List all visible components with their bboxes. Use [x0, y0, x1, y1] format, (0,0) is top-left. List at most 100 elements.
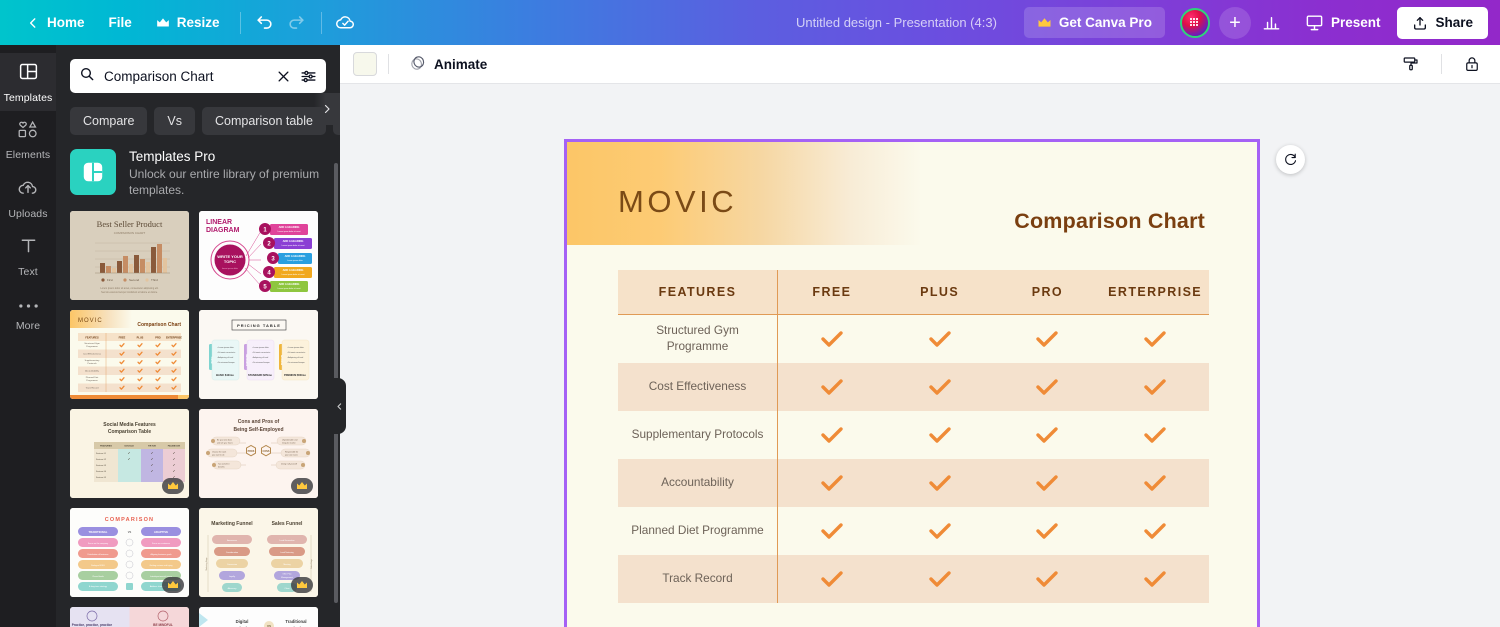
svg-text:PLUS: PLUS [137, 337, 144, 340]
svg-text:Choose the work: Choose the work [212, 451, 226, 454]
svg-text:Second: Second [129, 278, 140, 282]
sidebar-item-text[interactable]: Text [0, 227, 56, 285]
sidebar-item-templates[interactable]: Templates [0, 53, 56, 111]
search-input[interactable] [104, 68, 267, 84]
svg-text:ADD A HEADING: ADD A HEADING [283, 239, 304, 243]
cloud-saved-button[interactable] [330, 7, 362, 39]
search-box[interactable] [70, 59, 326, 93]
undo-button[interactable] [249, 7, 281, 39]
comparison-table[interactable]: FEATURES FREE PLUS PRO ERTERPRISE Struct… [618, 270, 1209, 603]
chip-compare[interactable]: Compare [70, 107, 148, 135]
templates-pro-card[interactable]: Templates Pro Unlock our entire library … [70, 149, 326, 198]
svg-text:ADAPTIVE: ADAPTIVE [154, 531, 168, 535]
svg-text:First: First [107, 278, 113, 282]
template-thumbnail[interactable]: COMPARISON TRADITIONAL VS ADAPTIVE Focus… [70, 508, 189, 598]
template-thumbnail[interactable]: PRICING TABLE • Lorem ipsum dolor • Sit a… [199, 310, 318, 400]
get-canva-pro-button[interactable]: Get Canva Pro [1023, 7, 1165, 38]
template-thumbnail[interactable]: Marketing Funnel Sales Funnel Awareness … [199, 508, 318, 598]
svg-text:Feature 03: Feature 03 [96, 464, 107, 467]
sidebar-item-elements[interactable]: Elements [0, 111, 56, 169]
chip-vs[interactable]: Vs [154, 107, 196, 135]
canvas-toolbar-divider-2 [1441, 54, 1442, 74]
svg-text:Sales Funnel: Sales Funnel [272, 521, 303, 527]
brand-title[interactable]: MOVIC [618, 184, 737, 220]
svg-text:• Lorem ipsum dolor: • Lorem ipsum dolor [252, 346, 269, 349]
table-check-cell [1101, 459, 1209, 507]
template-thumbnail[interactable]: Social Media Features Comparison Table F… [70, 409, 189, 499]
share-button[interactable]: Share [1397, 6, 1488, 39]
svg-text:Responsible for: Responsible for [285, 451, 299, 454]
add-collaborator-button[interactable]: + [1218, 6, 1251, 39]
svg-text:• Adipiscing elit sed: • Adipiscing elit sed [287, 356, 303, 359]
redo-button[interactable] [281, 7, 313, 39]
avatar-image [1179, 7, 1210, 38]
document-title[interactable]: Untitled design - Presentation (4:3) [788, 9, 1005, 36]
page-title[interactable]: Comparison Chart [1014, 209, 1205, 234]
pro-crown-badge [162, 577, 184, 594]
svg-text:• Sit amet consectetur: • Sit amet consectetur [252, 351, 271, 354]
present-button[interactable]: Present [1293, 5, 1393, 40]
svg-text:Lorem ipsum dolor sit amet: Lorem ipsum dolor sit amet [278, 287, 301, 290]
page-color-swatch[interactable] [353, 52, 377, 76]
sidebar-item-more[interactable]: More [0, 285, 56, 343]
table-check-cell [994, 507, 1102, 555]
filter-sliders-icon[interactable] [300, 68, 317, 85]
svg-text:Structured Gym: Structured Gym [84, 342, 99, 345]
table-check-cell [994, 555, 1102, 603]
svg-text:• Do eiusmod tempor: • Do eiusmod tempor [217, 361, 235, 364]
svg-text:Conversion: Conversion [227, 564, 237, 566]
table-check-cell [778, 507, 886, 555]
top-toolbar-left: Home File Resize [0, 7, 362, 39]
table-check-cell [778, 315, 886, 363]
svg-text:PRICING TABLE: PRICING TABLE [237, 323, 281, 328]
svg-text:irregular income: irregular income [282, 442, 296, 445]
svg-text:Loyalty: Loyalty [229, 575, 235, 578]
svg-text:Comparison Chart: Comparison Chart [137, 322, 181, 328]
svg-text:LINEAR: LINEAR [206, 219, 232, 226]
svg-text:• Lorem ipsum dolor: • Lorem ipsum dolor [217, 346, 234, 349]
template-thumbnail[interactable]: LINEAR DIAGRAM WRITE YOUR TOPIC lorem ip… [199, 211, 318, 301]
animate-button[interactable]: Animate [400, 48, 496, 81]
canva-editor: Home File Resize Untitled design - Prese… [0, 0, 1500, 627]
sidebar-item-label: Elements [5, 149, 51, 161]
insights-button[interactable] [1256, 7, 1288, 39]
canvas-area[interactable]: MOVIC Comparison Chart FEATURES FREE PLU… [340, 84, 1500, 627]
chevron-left-icon [26, 16, 40, 30]
template-thumbnail[interactable]: Best Seller Product COMPARISON CHART Fir… [70, 211, 189, 301]
svg-text:you want to do: you want to do [212, 454, 224, 457]
rotate-handle-icon[interactable] [1276, 145, 1305, 174]
chevron-right-icon[interactable] [314, 93, 340, 125]
sidebar-item-uploads[interactable]: Uploads [0, 169, 56, 227]
svg-text:Social Media Features: Social Media Features [103, 422, 156, 428]
svg-text:Unpredictable and: Unpredictable and [282, 439, 297, 442]
home-button[interactable]: Home [14, 8, 97, 37]
close-icon[interactable] [276, 69, 291, 84]
svg-text:PREMIUM $50/mo: PREMIUM $50/mo [284, 373, 306, 377]
template-thumbnail[interactable]: MOVIC Comparison Chart FEATURES FREE PLUS P… [70, 310, 189, 400]
resize-button[interactable]: Resize [144, 8, 232, 37]
table-row: Supplementary Protocols [618, 411, 1209, 459]
svg-text:DIAGRAM: DIAGRAM [206, 227, 240, 234]
svg-text:ADD A HEADING: ADD A HEADING [283, 268, 304, 272]
paint-roller-button[interactable] [1396, 49, 1426, 79]
avatar[interactable] [1178, 6, 1212, 40]
slide-canvas[interactable]: MOVIC Comparison Chart FEATURES FREE PLU… [564, 139, 1260, 627]
file-button[interactable]: File [97, 8, 144, 37]
svg-text:Lorem ipsum dolor sit amet, co: Lorem ipsum dolor sit amet, consectetur … [100, 287, 159, 290]
templates-pro-title: Templates Pro [129, 149, 216, 164]
svg-text:Best Seller Product: Best Seller Product [97, 219, 163, 229]
table-row: Structured Gym Programme [618, 315, 1209, 363]
svg-text:Awareness: Awareness [227, 539, 237, 542]
lock-button[interactable] [1457, 49, 1487, 79]
animate-label: Animate [434, 56, 488, 72]
svg-text:CONS: CONS [263, 450, 270, 453]
table-check-cell [886, 411, 994, 459]
chip-comparison-table[interactable]: Comparison table [202, 107, 326, 135]
template-thumbnail[interactable]: Cons and Pros of Being Self-Employed PRO… [199, 409, 318, 499]
pro-crown-badge [291, 478, 313, 495]
present-label: Present [1330, 15, 1381, 30]
collapse-panel-button[interactable] [332, 378, 346, 434]
template-thumbnail[interactable]: Practice, practice, practice BE MINDFUL … [70, 607, 189, 627]
template-thumbnail[interactable]: Digital Marketing Traditional Marketing … [199, 607, 318, 627]
table-check-cell [1101, 363, 1209, 411]
